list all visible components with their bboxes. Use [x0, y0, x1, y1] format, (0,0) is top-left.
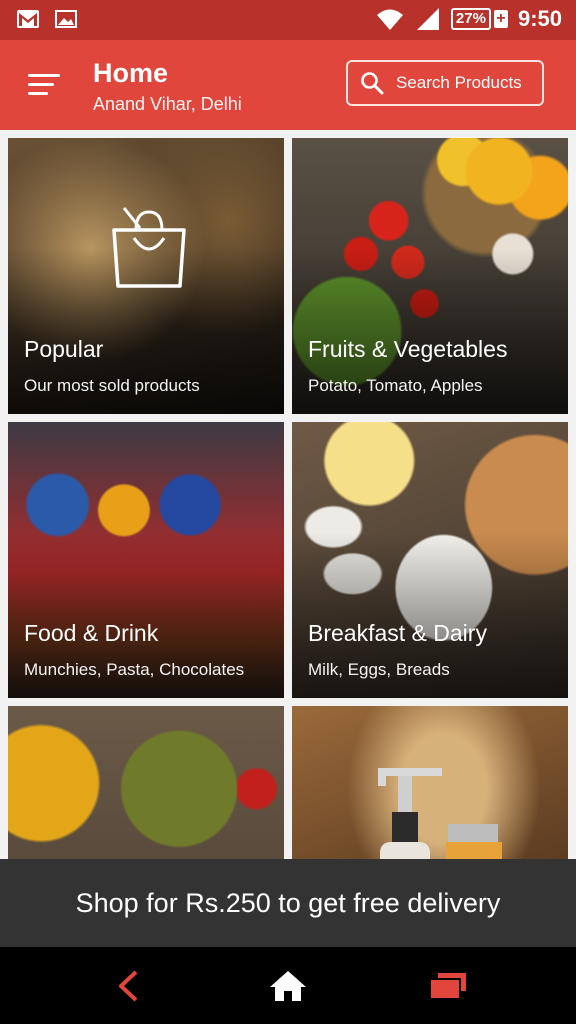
search-products-button[interactable]: Search Products [346, 60, 544, 106]
category-tile-food-drink[interactable]: Food & Drink Munchies, Pasta, Chocolates [8, 422, 284, 698]
app-bar: Home Anand Vihar, Delhi Search Products [0, 40, 576, 130]
clock: 9:50 [517, 6, 562, 31]
image-icon [55, 10, 77, 28]
free-delivery-banner: Shop for Rs.250 to get free delivery [0, 859, 576, 947]
category-name: Fruits & Vegetables [308, 336, 508, 362]
category-tile-popular[interactable]: Popular Our most sold products [8, 138, 284, 414]
battery-icon: 27% + [450, 8, 508, 30]
wifi-icon [376, 9, 403, 30]
back-button[interactable] [68, 947, 188, 1024]
category-description: Potato, Tomato, Apples [308, 376, 483, 395]
shopping-bag-icon [112, 207, 186, 288]
category-name: Breakfast & Dairy [308, 620, 487, 646]
recents-icon [429, 972, 466, 1000]
category-tile-breakfast-dairy[interactable]: Breakfast & Dairy Milk, Eggs, Breads [292, 422, 568, 698]
back-icon [119, 970, 138, 1001]
category-description: Our most sold products [24, 376, 200, 395]
home-icon [270, 970, 306, 1001]
page-title: Home [93, 58, 169, 88]
category-name: Popular [24, 336, 104, 362]
recents-button[interactable] [388, 947, 508, 1024]
charging-icon: + [493, 10, 508, 28]
search-icon [361, 72, 384, 95]
signal-icon [416, 8, 439, 30]
category-description: Milk, Eggs, Breads [308, 660, 450, 679]
search-button-label: Search Products [396, 73, 522, 92]
status-bar: 27% + 9:50 [0, 0, 576, 40]
category-name: Food & Drink [24, 620, 159, 646]
location-label[interactable]: Anand Vihar, Delhi [93, 94, 242, 115]
battery-level: 27% [450, 8, 491, 30]
menu-icon[interactable] [28, 72, 62, 98]
banner-text: Shop for Rs.250 to get free delivery [75, 887, 501, 918]
home-button[interactable] [228, 947, 348, 1024]
navigation-bar [0, 947, 576, 1024]
category-tile-fruits-vegetables[interactable]: Fruits & Vegetables Potato, Tomato, Appl… [292, 138, 568, 414]
category-description: Munchies, Pasta, Chocolates [24, 660, 245, 679]
gmail-icon [17, 10, 39, 28]
